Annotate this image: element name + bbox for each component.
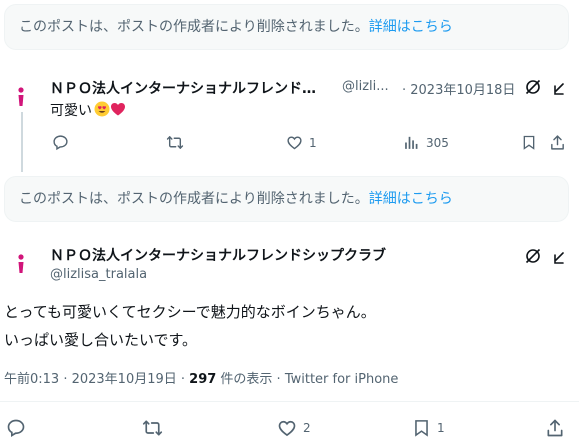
author-handle[interactable]: @lizli... — [342, 79, 389, 94]
post-line: いっぱい愛し合いたいです。 — [4, 331, 198, 349]
bookmark-icon — [415, 420, 428, 437]
share-icon — [551, 135, 564, 150]
like-button[interactable]: 2 — [277, 418, 311, 438]
reply-button[interactable] — [52, 134, 75, 151]
bookmark-button[interactable] — [521, 134, 537, 151]
share-button[interactable] — [545, 418, 565, 438]
like-button[interactable]: 1 — [286, 134, 317, 151]
reply-icon — [53, 135, 68, 151]
deleted-post-notice: このポストは、ポストの作成者により削除されました。詳細はこちら — [4, 4, 569, 50]
analytics-icon — [405, 136, 418, 149]
details-link[interactable]: 詳細はこちら — [369, 191, 453, 207]
heart-icon — [278, 420, 296, 437]
heart-eyes-emoji — [94, 101, 110, 117]
divider — [0, 401, 579, 402]
post-body: とっても可愛いくてセクシーで魅力的なボインちゃん。 いっぱい愛し合いたいです。 — [4, 298, 376, 354]
grok-icon[interactable] — [524, 247, 542, 265]
author-name[interactable]: ＮＰＯ法人インターナショナルフレンドシップクラブ — [50, 245, 386, 265]
reply-icon — [7, 419, 25, 437]
details-link[interactable]: 詳細はこちら — [369, 19, 453, 35]
deleted-post-notice: このポストは、ポストの作成者により削除されました。詳細はこちら — [4, 176, 569, 222]
bookmark-icon — [523, 135, 535, 150]
post-meta: 午前0:13 · 2023年10月19日 · 297 件の表示 · Twitte… — [4, 368, 398, 387]
npo-logo-icon — [18, 87, 24, 106]
views-count: 297 — [189, 372, 217, 387]
npo-logo-icon — [18, 254, 24, 273]
deleted-notice-text: このポストは、ポストの作成者により削除されました。 — [19, 191, 369, 207]
retweet-button[interactable] — [166, 134, 190, 151]
more-options-icon[interactable] — [551, 249, 569, 267]
thread-line — [21, 112, 23, 172]
heart-icon — [287, 136, 302, 150]
author-handle[interactable]: @lizlisa_tralala — [50, 267, 147, 282]
avatar[interactable] — [10, 86, 32, 108]
deleted-notice-text: このポストは、ポストの作成者により削除されました。 — [19, 19, 369, 35]
post-date[interactable]: · 2023年10月18日 — [402, 79, 515, 98]
retweet-icon — [142, 420, 163, 436]
views-button[interactable]: 305 — [403, 134, 449, 151]
post-timestamp[interactable]: 午前0:13 · 2023年10月19日 · — [4, 372, 189, 387]
more-options-icon[interactable] — [551, 80, 569, 98]
post-text: 可愛い — [50, 100, 126, 120]
avatar[interactable] — [10, 253, 32, 275]
share-button[interactable] — [549, 134, 566, 151]
post-line: とっても可愛いくてセクシーで魅力的なボインちゃん。 — [4, 303, 376, 321]
author-name[interactable]: ＮＰＯ法人インターナショナルフレンド… — [50, 78, 316, 98]
grok-icon[interactable] — [524, 78, 542, 96]
retweet-icon — [166, 136, 184, 149]
bookmark-button[interactable]: 1 — [412, 418, 445, 438]
red-heart-emoji — [110, 101, 126, 117]
retweet-button[interactable] — [142, 418, 169, 438]
reply-button[interactable] — [6, 418, 32, 438]
share-icon — [547, 419, 563, 437]
views-suffix: 件の表示 · Twitter for iPhone — [216, 372, 399, 387]
